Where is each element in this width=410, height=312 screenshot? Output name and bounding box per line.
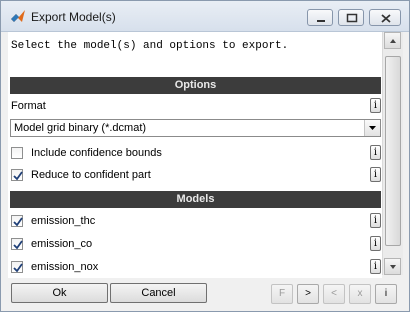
nav-first-button[interactable]: F — [271, 284, 293, 304]
dialog-content: Select the model(s) and options to expor… — [8, 32, 382, 306]
button-bar: Ok Cancel F > < x i — [8, 278, 402, 306]
close-button[interactable] — [369, 9, 401, 26]
vertical-scrollbar[interactable] — [382, 32, 403, 275]
nav-next-button[interactable]: > — [297, 284, 319, 304]
emission-nox-info-button[interactable]: i — [370, 259, 381, 274]
window-title: Export Model(s) — [31, 10, 116, 24]
check-icon — [13, 263, 23, 273]
close-icon — [381, 14, 391, 23]
format-label: Format — [11, 100, 46, 112]
models-section-header: Models — [10, 191, 381, 208]
cancel-button[interactable]: Cancel — [110, 283, 207, 303]
check-icon — [13, 240, 23, 250]
emission-thc-info-button[interactable]: i — [370, 213, 381, 228]
export-models-dialog: Export Model(s) Select the model(s) and … — [0, 0, 410, 312]
matlab-icon — [11, 10, 25, 22]
format-dropdown[interactable]: Model grid binary (*.dcmat) — [10, 119, 381, 137]
include-confidence-bounds-checkbox[interactable] — [11, 147, 23, 159]
nav-close-button[interactable]: x — [349, 284, 371, 304]
model-emission-co-checkbox[interactable] — [11, 238, 23, 250]
confidence-bounds-info-button[interactable]: i — [370, 145, 381, 160]
instruction-text: Select the model(s) and options to expor… — [11, 40, 289, 52]
include-confidence-bounds-label: Include confidence bounds — [31, 147, 162, 159]
model-emission-thc-checkbox[interactable] — [11, 215, 23, 227]
model-emission-nox-label: emission_nox — [31, 261, 99, 273]
reduce-to-confident-part-checkbox[interactable] — [11, 169, 23, 181]
format-dropdown-value: Model grid binary (*.dcmat) — [14, 122, 147, 134]
scroll-up-icon — [390, 39, 396, 43]
check-icon — [13, 171, 23, 181]
check-icon — [13, 217, 23, 227]
ok-button[interactable]: Ok — [11, 283, 108, 303]
minimize-button[interactable] — [307, 9, 333, 26]
maximize-button[interactable] — [338, 9, 364, 26]
nav-info-button[interactable]: i — [375, 284, 397, 304]
options-section-header: Options — [10, 77, 381, 94]
scroll-thumb[interactable] — [385, 56, 401, 246]
model-emission-nox-checkbox[interactable] — [11, 261, 23, 273]
nav-previous-button[interactable]: < — [323, 284, 345, 304]
maximize-icon — [346, 13, 358, 23]
emission-co-info-button[interactable]: i — [370, 236, 381, 251]
scroll-down-icon — [390, 265, 396, 269]
reduce-to-confident-part-label: Reduce to confident part — [31, 169, 151, 181]
scroll-down-button[interactable] — [384, 258, 401, 275]
title-bar[interactable]: Export Model(s) — [1, 1, 409, 32]
model-emission-co-label: emission_co — [31, 238, 93, 250]
scroll-up-button[interactable] — [384, 32, 401, 49]
model-emission-thc-label: emission_thc — [31, 215, 96, 227]
format-info-button[interactable]: i — [370, 98, 381, 113]
minimize-icon — [317, 20, 325, 22]
dropdown-arrow-icon[interactable] — [364, 120, 380, 136]
confident-part-info-button[interactable]: i — [370, 167, 381, 182]
